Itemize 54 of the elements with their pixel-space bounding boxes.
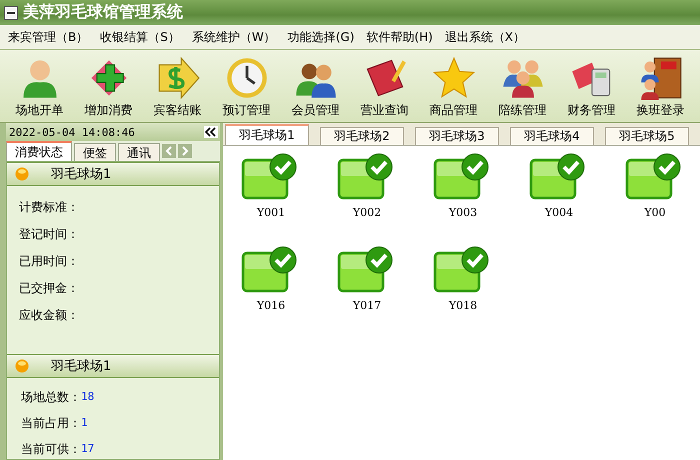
toolbar-button[interactable]: 预订管理	[213, 50, 280, 122]
court-tab[interactable]: 羽毛球场1	[225, 124, 309, 145]
menu-item[interactable]: 收银结算（S）	[100, 28, 180, 46]
toolbar-button[interactable]: 会员管理	[282, 50, 349, 122]
menu-item[interactable]: 来宾管理（B）	[8, 28, 88, 46]
field-value: 17	[81, 442, 94, 456]
court-tab[interactable]: 羽毛球场3	[415, 127, 499, 145]
field-label: 场地总数：	[21, 390, 81, 404]
panel-title: 羽毛球场1	[51, 166, 112, 183]
field-label: 应收金额：	[19, 308, 80, 322]
court-label: Y017	[352, 299, 382, 312]
court-label: Y016	[256, 299, 286, 312]
toolbar-button[interactable]: 财务管理	[558, 50, 625, 122]
toolbar-button[interactable]: 场地开单	[6, 50, 73, 122]
side-tab[interactable]: 通讯	[118, 143, 160, 161]
menu-item[interactable]: 系统维护（W）	[192, 28, 276, 46]
field-value: 1	[81, 416, 88, 430]
panel-title: 羽毛球场1	[51, 358, 112, 375]
field-label: 已用时间：	[19, 254, 80, 268]
star-icon	[432, 56, 476, 100]
window-title: 美萍羽毛球馆管理系统	[23, 2, 183, 23]
clock-icon	[224, 56, 268, 100]
side-tab[interactable]: 便签	[74, 143, 116, 161]
toolbar-button[interactable]: 宾客结账	[144, 50, 211, 122]
side-tab[interactable]: 消费状态	[6, 141, 72, 161]
court-label: Y004	[544, 206, 574, 219]
field-label: 当前占用：	[21, 416, 81, 430]
field-label: 计费标准：	[19, 200, 80, 214]
toolbar-button[interactable]: 换班登录	[627, 50, 694, 122]
collapse-icon[interactable]	[204, 126, 218, 138]
court-label: Y018	[448, 299, 478, 312]
field-label: 已交押金：	[19, 281, 80, 295]
court-tab[interactable]: 羽毛球场5	[605, 127, 689, 145]
date-time: 2022-05-04 14:08:46	[9, 126, 135, 138]
field-label: 当前可供：	[21, 442, 81, 456]
court-label: Y003	[448, 206, 478, 219]
court-tab[interactable]: 羽毛球场2	[320, 127, 404, 145]
field-value: 18	[81, 390, 94, 404]
ball-icon	[15, 359, 29, 373]
court-tab[interactable]: 羽毛球场4	[510, 127, 594, 145]
court-label: Y001	[256, 206, 286, 219]
toolbar-button[interactable]: 营业查询	[351, 50, 418, 122]
toolbar-button[interactable]: 商品管理	[420, 50, 487, 122]
court-label: Y002	[352, 206, 382, 219]
ball-icon	[15, 167, 29, 181]
field-label: 登记时间：	[19, 227, 80, 241]
menu-item[interactable]: 退出系统（X）	[444, 28, 526, 46]
court-label: Y00	[644, 206, 666, 219]
menu-item[interactable]: 功能选择(G)	[288, 28, 354, 46]
exit-door-icon	[638, 56, 682, 100]
toolbar-button[interactable]: 增加消费	[75, 50, 142, 122]
window-menu-icon[interactable]	[4, 6, 18, 20]
menu-item[interactable]: 软件帮助(H)	[366, 28, 433, 46]
toolbar-button[interactable]: 陪练管理	[489, 50, 556, 122]
